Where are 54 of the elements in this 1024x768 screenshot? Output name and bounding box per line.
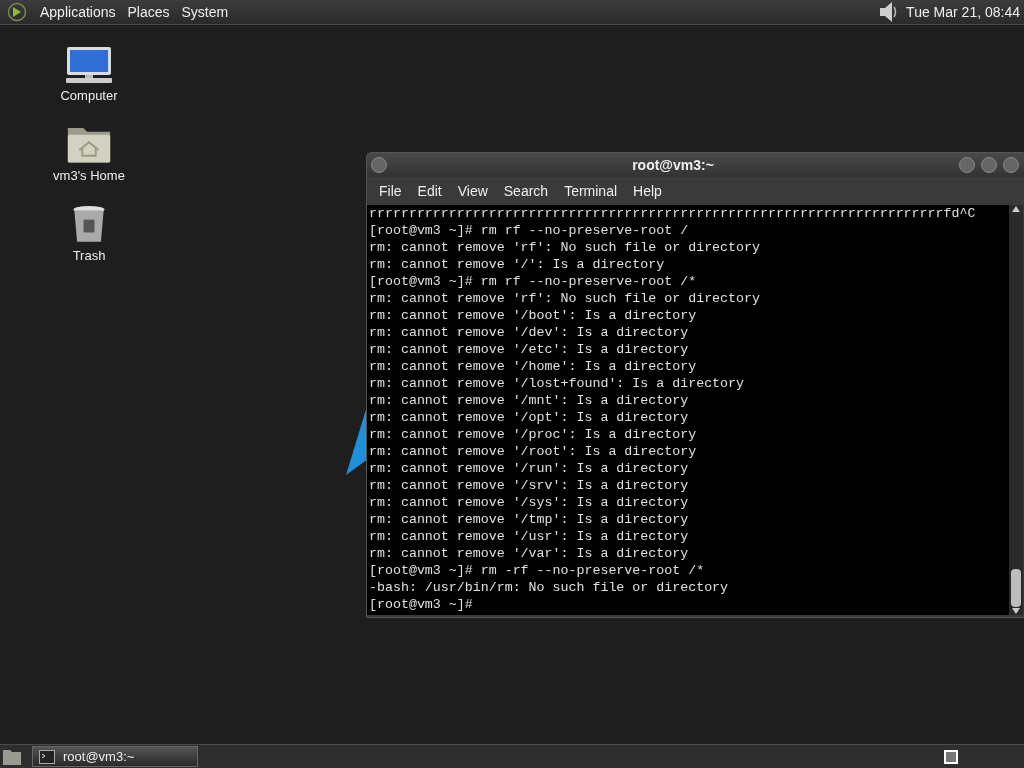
terminal-line: [root@vm3 ~]# rm rf --no-preserve-root / xyxy=(369,222,689,239)
terminal-line: rm: cannot remove '/tmp': Is a directory xyxy=(369,511,689,528)
menu-item[interactable]: Search xyxy=(495,180,557,202)
terminal-line: rm: cannot remove '/proc': Is a directory xyxy=(369,426,697,443)
window-title: root@vm3:~ xyxy=(631,155,715,175)
workspace-switcher[interactable] xyxy=(944,749,958,764)
terminal-line: -bash: /usr/bin/rm: No such file or directory xyxy=(369,579,729,596)
terminal-line: rm: cannot remove '/': Is a directory xyxy=(369,256,665,273)
taskbar-button[interactable]: root@vm3:~ xyxy=(32,746,198,767)
menu-item[interactable]: View xyxy=(449,180,496,202)
terminal-line: rm: cannot remove '/usr': Is a directory xyxy=(369,528,689,545)
menu-item[interactable]: Terminal xyxy=(556,180,626,202)
terminal-icon xyxy=(39,749,55,764)
trash-icon xyxy=(70,205,108,244)
terminal-line: rrrrrrrrrrrrrrrrrrrrrrrrrrrrrrrrrrrrrrrrrrrrrrrrrrrrrrrrrrrrrrrrrrrrrrrrfd^C xyxy=(369,205,976,222)
scroll-thumb[interactable] xyxy=(1011,569,1021,607)
home-folder-icon xyxy=(66,125,112,164)
terminal-line: rm: cannot remove 'rf': No such file or directory xyxy=(369,290,760,307)
minimize-button[interactable] xyxy=(959,157,975,173)
terminal-line: rm: cannot remove '/srv': Is a directory xyxy=(369,477,689,494)
close-button[interactable] xyxy=(1003,157,1019,173)
logo-icon xyxy=(7,2,27,22)
terminal-line: rm: cannot remove '/opt': Is a directory xyxy=(369,409,689,426)
terminal-line: rm: cannot remove '/lost+found': Is a directory xyxy=(369,375,745,392)
desktop-icon-label[interactable]: Trash xyxy=(72,245,106,265)
terminal-line: rm: cannot remove '/run': Is a directory xyxy=(369,460,689,477)
terminal-line: rm: cannot remove '/sys': Is a directory xyxy=(369,494,689,511)
clock[interactable]: Tue Mar 21, 08:44 xyxy=(906,1,1020,23)
terminal-line: rm: cannot remove '/home': Is a directory xyxy=(369,358,697,375)
scroll-up-icon xyxy=(1011,205,1021,213)
panel-menu[interactable]: Places xyxy=(121,0,176,24)
terminal-line: rm: cannot remove 'rf': No such file or directory xyxy=(369,239,760,256)
menu-item[interactable]: Edit xyxy=(409,180,450,202)
terminal-line: rm: cannot remove '/root': Is a directory xyxy=(369,443,697,460)
volume-icon xyxy=(878,1,899,23)
menu-item[interactable]: Help xyxy=(625,180,670,202)
terminal-line: [root@vm3 ~]# xyxy=(369,596,473,613)
menu-item[interactable]: File xyxy=(371,180,410,202)
terminal-line: rm: cannot remove '/mnt': Is a directory xyxy=(369,392,689,409)
panel-menu[interactable]: System xyxy=(175,0,235,24)
desktop-icon-label[interactable]: vm3's Home xyxy=(53,165,125,185)
maximize-button[interactable] xyxy=(981,157,997,173)
terminal-line: [root@vm3 ~]# rm rf --no-preserve-root /* xyxy=(369,273,697,290)
panel-menu[interactable]: Applications xyxy=(34,0,122,24)
terminal-line: rm: cannot remove '/boot': Is a directory xyxy=(369,307,697,324)
terminal-line: rm: cannot remove '/dev': Is a directory xyxy=(369,324,689,341)
desktop-icon-label[interactable]: Computer xyxy=(60,85,118,105)
window-menu-button[interactable] xyxy=(371,157,387,173)
scrollbar[interactable] xyxy=(1009,205,1023,615)
computer-icon xyxy=(64,45,114,84)
terminal-line: rm: cannot remove '/etc': Is a directory xyxy=(369,341,689,358)
terminal-line: [root@vm3 ~]# rm -rf --no-preserve-root /* xyxy=(369,562,705,579)
terminal-line: rm: cannot remove '/var': Is a directory xyxy=(369,545,689,562)
show-desktop-icon[interactable] xyxy=(2,747,22,766)
